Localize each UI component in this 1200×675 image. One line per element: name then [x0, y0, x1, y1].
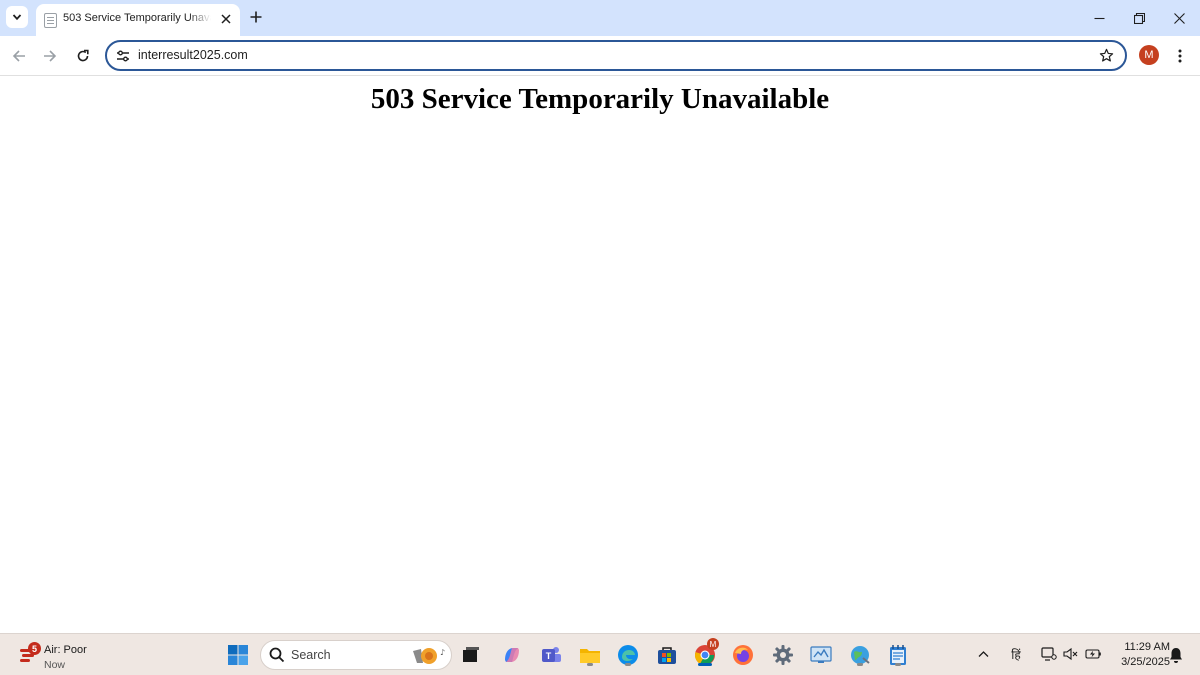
tune-icon: [117, 50, 129, 62]
copilot-icon: [505, 648, 519, 662]
running-indicator: [625, 663, 631, 666]
profile-avatar[interactable]: M: [1139, 45, 1159, 65]
store-icon: [658, 647, 676, 664]
notification-bell-icon[interactable]: [1168, 646, 1184, 664]
teams-icon: T: [542, 647, 561, 662]
show-hidden-icons-button[interactable]: [974, 645, 992, 663]
chevron-down-icon: [12, 14, 22, 21]
taskbar-notepad[interactable]: [885, 642, 911, 668]
svg-text:T: T: [546, 651, 552, 661]
taskbar-control-panel[interactable]: [808, 642, 834, 668]
tab-close-button[interactable]: [217, 10, 235, 28]
volume-status-icon[interactable]: [1062, 645, 1080, 663]
windows-logo-icon: [228, 645, 248, 665]
plus-icon: [250, 11, 262, 23]
running-indicator: [587, 663, 593, 666]
forward-button[interactable]: [39, 45, 61, 67]
browser-menu-button[interactable]: [1170, 45, 1190, 67]
new-tab-button[interactable]: [246, 7, 266, 27]
page-favicon-icon: [44, 13, 57, 28]
weather-subtitle: Now: [44, 659, 66, 671]
taskbar-file-explorer[interactable]: [577, 642, 603, 668]
search-highlight-icon: ♪: [413, 648, 445, 664]
volume-muted-icon: [1063, 647, 1078, 661]
running-indicator: [895, 663, 901, 666]
tab-strip: 503 Service Temporarily Unavailable: [0, 0, 1200, 36]
site-info-icon[interactable]: [115, 48, 131, 64]
taskbar-chrome[interactable]: M: [692, 638, 719, 668]
back-button[interactable]: [8, 45, 30, 67]
taskbar-copilot[interactable]: [499, 642, 525, 668]
weather-title: Air: Poor: [44, 644, 87, 656]
taskbar-task-view[interactable]: [458, 642, 484, 668]
arrow-left-icon: [12, 50, 25, 62]
taskbar-store[interactable]: [654, 642, 680, 668]
weather-widget[interactable]: 5 Air: Poor Now: [16, 639, 106, 671]
battery-charging-icon: [1084, 649, 1101, 659]
control-panel-icon: [810, 646, 832, 663]
window-close-button[interactable]: [1168, 8, 1190, 28]
tab-title: 503 Service Temporarily Unavailable: [63, 12, 211, 24]
close-icon: [1173, 12, 1185, 24]
network-icon: [1041, 647, 1057, 661]
chevron-up-icon: [978, 650, 988, 657]
tab-search-button[interactable]: [6, 6, 28, 28]
tab-active[interactable]: 503 Service Temporarily Unavailable: [36, 4, 240, 36]
star-icon: [1099, 48, 1114, 62]
arrow-right-icon: [44, 50, 57, 62]
firefox-icon: [733, 645, 753, 665]
bookmark-button[interactable]: [1098, 47, 1115, 64]
air-quality-badge: 5: [28, 642, 41, 655]
gear-icon: [773, 645, 793, 665]
reload-icon: [77, 49, 89, 62]
clock-date: 3/25/2025: [1121, 656, 1170, 668]
taskbar: 5 Air: Poor Now Search ♪ T M हिं 11:29 A…: [0, 633, 1200, 675]
taskbar-search[interactable]: Search ♪: [260, 640, 452, 670]
address-bar[interactable]: interresult2025.com: [105, 40, 1127, 71]
more-vert-icon: [1178, 49, 1182, 63]
minimize-button[interactable]: [1088, 8, 1110, 28]
taskbar-edge[interactable]: [615, 642, 641, 668]
active-indicator: [698, 663, 712, 666]
svg-text:♪: ♪: [440, 648, 445, 657]
running-indicator: [857, 663, 863, 666]
restore-button[interactable]: [1128, 8, 1150, 28]
taskbar-teams[interactable]: T: [538, 642, 564, 668]
browser-toolbar: interresult2025.com M: [0, 36, 1200, 76]
page-content: 503 Service Temporarily Unavailable: [0, 77, 1200, 633]
taskbar-network-app[interactable]: [847, 642, 873, 668]
network-status-icon[interactable]: [1040, 645, 1058, 663]
restore-icon: [1133, 12, 1145, 24]
taskbar-settings[interactable]: [770, 642, 796, 668]
taskbar-firefox[interactable]: [730, 642, 756, 668]
task-view-icon: [463, 647, 479, 662]
system-clock[interactable]: 11:29 AM 3/25/2025: [1108, 640, 1170, 669]
input-language-indicator[interactable]: हिं: [1007, 645, 1025, 663]
search-icon: [269, 647, 285, 663]
url-text[interactable]: interresult2025.com: [138, 48, 248, 62]
battery-status-icon[interactable]: [1084, 645, 1102, 663]
minimize-icon: [1094, 17, 1104, 19]
search-placeholder: Search: [291, 648, 331, 662]
start-button[interactable]: [225, 642, 251, 668]
reload-button[interactable]: [72, 45, 94, 67]
page-heading: 503 Service Temporarily Unavailable: [370, 83, 830, 115]
folder-icon: [580, 649, 600, 663]
browser-window: 503 Service Temporarily Unavailable: [0, 0, 1200, 633]
chrome-profile-badge: M: [707, 638, 719, 650]
close-icon: [221, 14, 231, 24]
clock-time: 11:29 AM: [1124, 641, 1170, 653]
